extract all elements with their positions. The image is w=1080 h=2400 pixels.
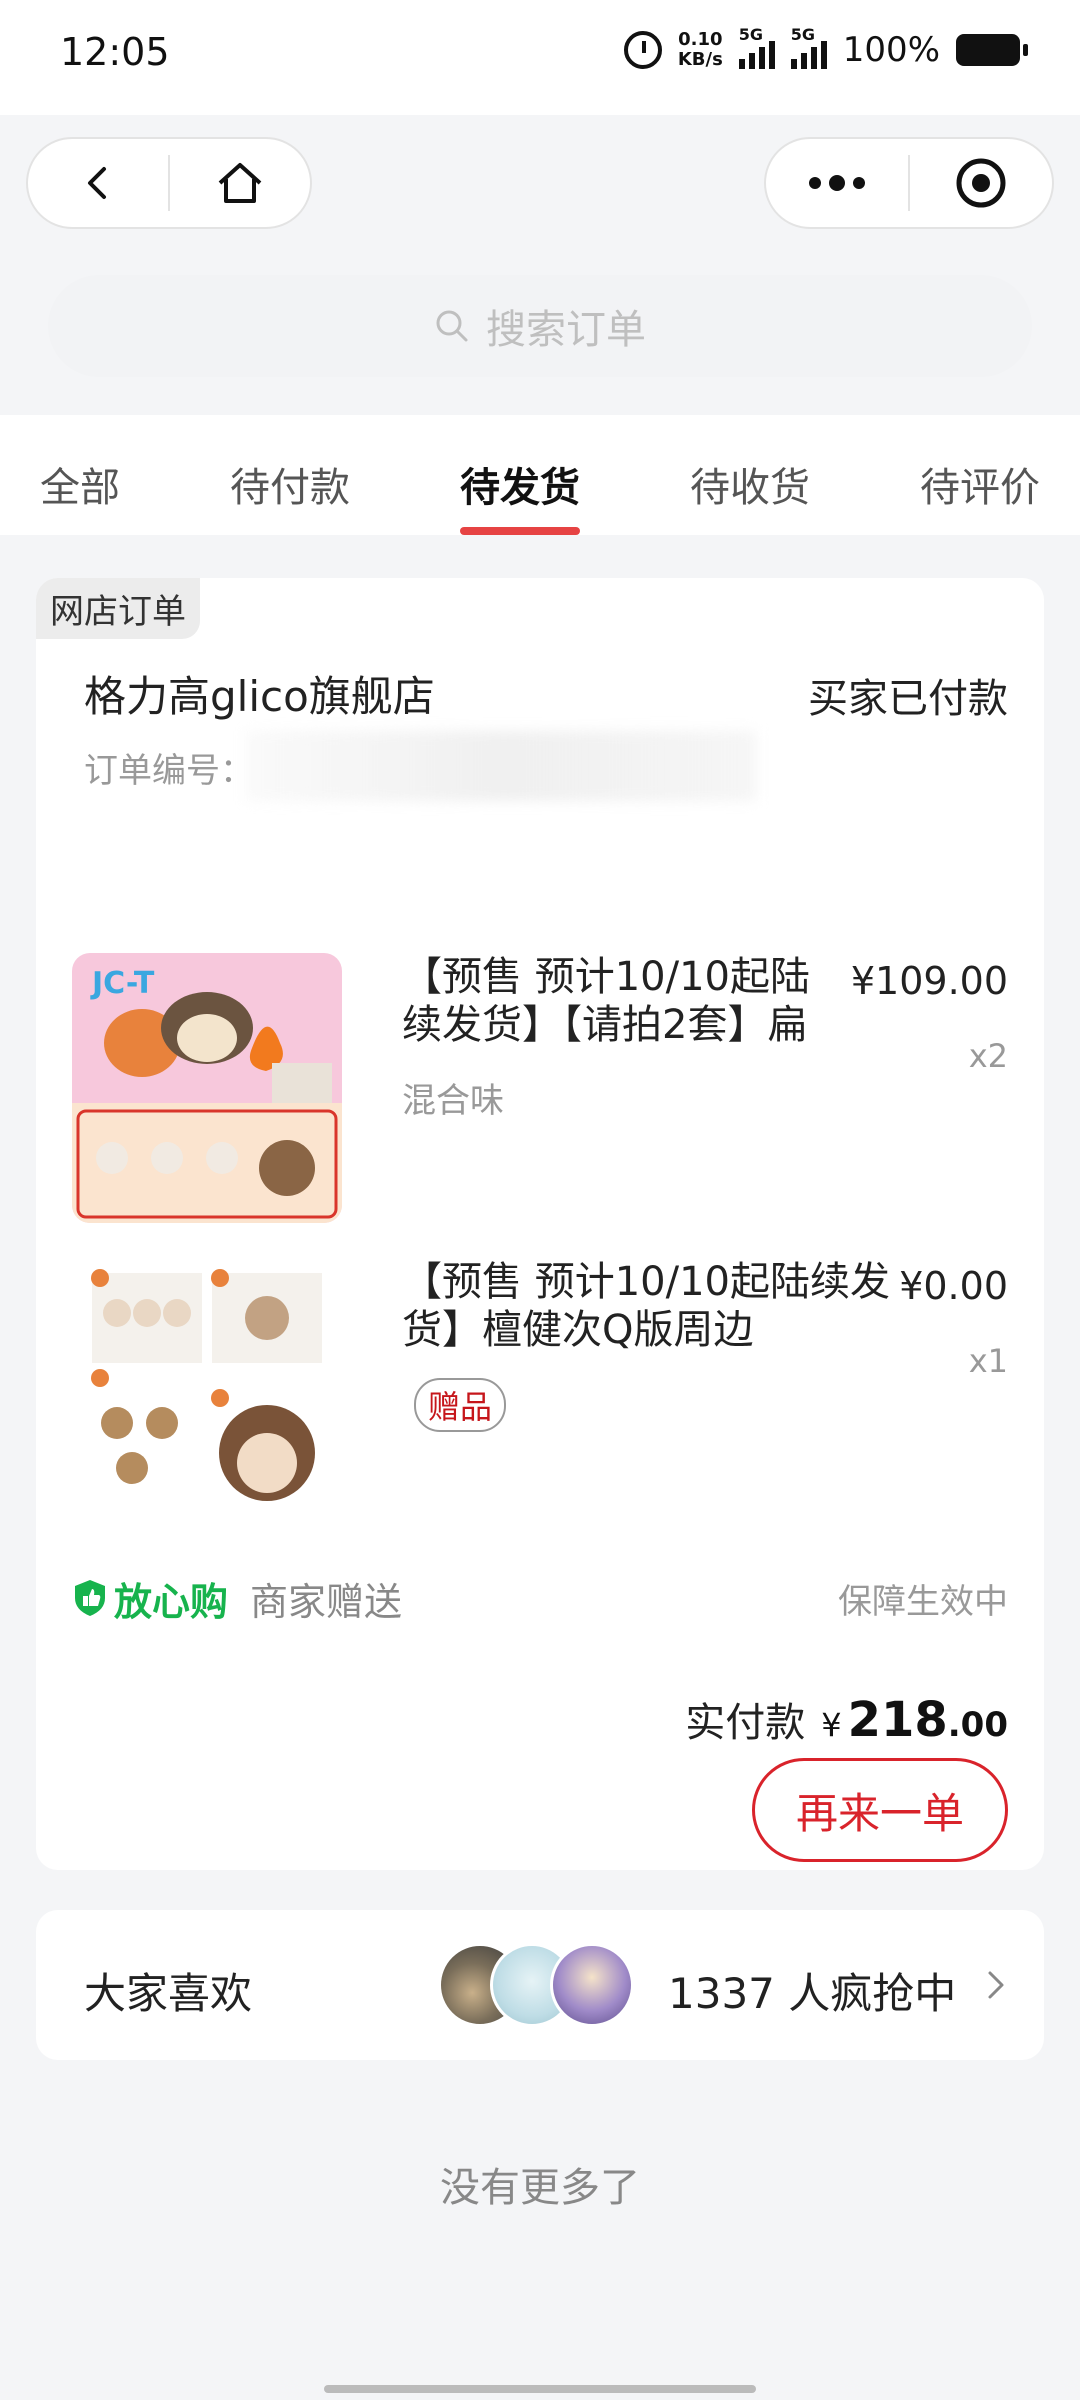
more-button[interactable]: [766, 139, 908, 227]
order-item[interactable]: 【预售 预计10/10起陆续发货】檀健次Q版周边 赠品 ¥0.00 x1: [72, 1258, 1008, 1528]
order-status: 买家已付款: [808, 676, 1008, 722]
tab-pending-review[interactable]: 待评价: [920, 415, 1040, 535]
network-speed: 0.10 KB/s: [677, 29, 723, 70]
tab-pending-payment[interactable]: 待付款: [230, 415, 350, 535]
order-number-label: 订单编号：: [84, 751, 254, 791]
avatar-stack: [438, 1943, 638, 2029]
chevron-right-icon: [988, 1971, 1004, 1999]
home-button[interactable]: [170, 139, 310, 227]
order-number-redacted: [246, 731, 756, 801]
tab-pending-receipt[interactable]: 待收货: [690, 415, 810, 535]
product-image: JC-T: [72, 953, 342, 1223]
alarm-icon: [623, 31, 662, 69]
search-input[interactable]: 搜索订单: [48, 275, 1032, 377]
guarantee-row[interactable]: 放心购 商家赠送 保障生效中: [72, 1568, 1008, 1628]
search-icon: [436, 310, 468, 342]
shield-thumbs-up-icon: [75, 1580, 105, 1616]
popular-picks-title: 大家喜欢: [84, 1969, 253, 2018]
popular-picks-card[interactable]: 大家喜欢 1337 人疯抢中: [36, 1910, 1044, 2060]
nav-capsule: [26, 137, 312, 229]
product-quantity: x1: [968, 1342, 1008, 1380]
tab-pending-shipment[interactable]: 待发货: [460, 415, 580, 535]
tab-all[interactable]: 全部: [40, 415, 120, 535]
home-icon: [218, 163, 262, 203]
paid-total-row: 实付款 ¥218.00: [685, 1690, 1008, 1748]
paid-amount: ¥218.00: [821, 1692, 1008, 1748]
signal-icon: 5G: [790, 25, 827, 69]
order-status-tabs: 全部 待付款 待发货 待收货 待评价: [0, 415, 1080, 535]
order-list-page: 搜索订单 全部 待付款 待发货 待收货 待评价 网店订单 格力高glico旗舰店…: [0, 115, 1080, 2400]
back-button[interactable]: [28, 139, 168, 227]
target-icon: [956, 158, 1006, 208]
signal-icon: 5G: [738, 25, 775, 69]
gift-badge: 赠品: [414, 1378, 507, 1432]
list-end-text: 没有更多了: [440, 2165, 640, 2211]
shop-name[interactable]: 格力高glico旗舰店: [84, 663, 435, 724]
guarantee-subtitle: 商家赠送: [250, 1579, 403, 1624]
reorder-button[interactable]: 再来一单: [752, 1758, 1008, 1862]
home-indicator[interactable]: [324, 2385, 756, 2393]
guarantee-status: 保障生效中: [838, 1581, 1008, 1622]
search-placeholder: 搜索订单: [486, 307, 646, 353]
avatar: [550, 1943, 634, 2027]
product-price: ¥0.00: [899, 1264, 1008, 1308]
more-dots-icon: [809, 175, 865, 191]
status-bar: 12:05 0.10 KB/s 5G 5G 100%: [0, 0, 1080, 115]
product-spec: 混合味: [402, 1081, 504, 1121]
product-price: ¥109.00: [850, 959, 1008, 1003]
chevron-left-icon: [88, 167, 106, 199]
popular-count: 1337 人疯抢中: [668, 1969, 957, 2018]
guarantee-logo: 放心购: [72, 1571, 228, 1626]
svg-text:JC-T: JC-T: [90, 966, 155, 1001]
status-time: 12:05: [60, 30, 170, 74]
product-title[interactable]: 【预售 预计10/10起陆续发货】檀健次Q版周边: [402, 1258, 922, 1354]
status-icons: 0.10 KB/s 5G 5G 100%: [623, 25, 1028, 70]
order-type-tag: 网店订单: [36, 578, 200, 639]
product-quantity: x2: [968, 1037, 1008, 1075]
battery-percent: 100%: [842, 30, 940, 70]
order-item[interactable]: JC-T 【预售 预计10/10起陆续发货】【请拍2套】扁 混合味 ¥109.0…: [72, 953, 1008, 1223]
paid-label: 实付款: [685, 1700, 806, 1746]
product-title[interactable]: 【预售 预计10/10起陆续发货】【请拍2套】扁: [402, 953, 842, 1049]
battery-icon: [956, 34, 1028, 66]
product-image: [72, 1258, 342, 1528]
order-card[interactable]: 网店订单 格力高glico旗舰店 买家已付款 订单编号： JC-T 【预售 预计…: [36, 578, 1044, 1870]
close-miniapp-button[interactable]: [910, 139, 1052, 227]
miniapp-capsule: [764, 137, 1054, 229]
